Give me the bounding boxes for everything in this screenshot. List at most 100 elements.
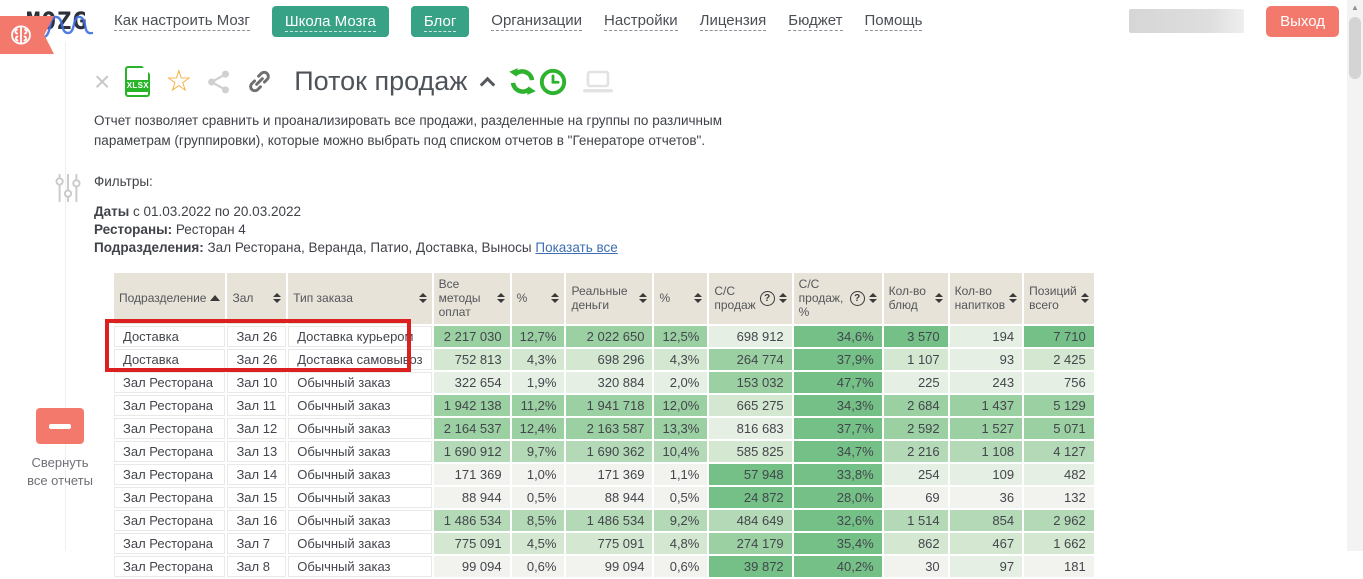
filter-restaurants-label: Рестораны: xyxy=(94,222,172,237)
sort-icon[interactable] xyxy=(694,293,702,303)
cell-text: Обычный заказ xyxy=(288,418,431,439)
filters-sliders-icon xyxy=(54,172,82,204)
column-header-3[interactable]: Все методы оплат xyxy=(434,273,510,324)
help-icon[interactable]: ? xyxy=(760,291,775,306)
vertical-scrollbar[interactable]: ▲ xyxy=(1347,0,1363,551)
show-all-link[interactable]: Показать все xyxy=(535,240,617,255)
table-row[interactable]: Зал РесторанаЗал 15Обычный заказ88 9440,… xyxy=(114,487,1094,508)
sort-icon[interactable] xyxy=(273,293,281,303)
cell-value: 2 217 030 xyxy=(434,326,510,347)
cell-value: 4,3% xyxy=(512,349,565,370)
nav-item-5[interactable]: Лицензия xyxy=(700,12,767,31)
table-row[interactable]: Зал РесторанаЗал 10Обычный заказ322 6541… xyxy=(114,372,1094,393)
cell-value: 585 825 xyxy=(709,441,791,462)
cell-text: Зал 11 xyxy=(227,395,286,416)
refresh-schedule-control[interactable] xyxy=(508,67,567,96)
collapse-all-button[interactable] xyxy=(36,408,84,444)
column-label: % xyxy=(517,291,548,305)
column-header-4[interactable]: % xyxy=(512,273,565,324)
scrollbar-up-arrow-icon[interactable]: ▲ xyxy=(1347,0,1363,16)
cell-value: 11,2% xyxy=(512,395,565,416)
column-label: Все методы оплат xyxy=(439,277,493,320)
cell-value: 854 xyxy=(950,510,1022,531)
cell-text: Зал 8 xyxy=(227,556,286,577)
link-icon[interactable] xyxy=(246,68,273,95)
table-row[interactable]: Зал РесторанаЗал 16Обычный заказ1 486 53… xyxy=(114,510,1094,531)
cell-value: 264 774 xyxy=(709,349,791,370)
sort-icon[interactable] xyxy=(551,293,559,303)
column-label: Зал xyxy=(232,291,269,305)
sort-asc-icon[interactable] xyxy=(210,295,220,301)
cell-value: 1,0% xyxy=(512,464,565,485)
sort-icon[interactable] xyxy=(497,293,505,303)
filter-departments: Подразделения: Зал Ресторана, Веранда, П… xyxy=(94,239,1340,257)
nav-item-1[interactable]: Школа Мозга xyxy=(272,6,389,37)
cell-value: 109 xyxy=(950,464,1022,485)
nav-item-6[interactable]: Бюджет xyxy=(788,12,842,31)
cell-value: 1 107 xyxy=(884,349,948,370)
sort-icon[interactable] xyxy=(779,293,787,303)
cell-value: 34,3% xyxy=(794,395,882,416)
cell-value: 40,2% xyxy=(794,556,882,577)
column-header-6[interactable]: % xyxy=(654,273,707,324)
filters-section: Фильтры: Даты с 01.03.2022 по 20.03.2022… xyxy=(94,174,1340,256)
nav-item-4[interactable]: Настройки xyxy=(604,12,678,31)
export-xlsx-icon[interactable]: XLSX xyxy=(125,66,150,97)
column-header-9[interactable]: Кол-во блюд xyxy=(884,273,948,324)
table-row[interactable]: Зал РесторанаЗал 12Обычный заказ2 164 53… xyxy=(114,418,1094,439)
column-header-8[interactable]: С/С продаж, %? xyxy=(794,273,882,324)
close-icon[interactable]: × xyxy=(94,72,110,92)
nav-item-0[interactable]: Как настроить Мозг xyxy=(114,12,250,31)
table-row[interactable]: ДоставкаЗал 26Доставка самовывоз752 8134… xyxy=(114,349,1094,370)
cell-value: 9,7% xyxy=(512,441,565,462)
cell-value: 698 912 xyxy=(709,326,791,347)
scrollbar-thumb[interactable] xyxy=(1349,17,1361,79)
cell-value: 2 022 650 xyxy=(566,326,652,347)
collapse-report-chevron-icon[interactable] xyxy=(480,77,496,93)
cell-value: 4 127 xyxy=(1024,441,1094,462)
sort-icon[interactable] xyxy=(935,293,943,303)
share-icon[interactable] xyxy=(207,70,231,94)
cell-value: 93 xyxy=(950,349,1022,370)
table-row[interactable]: Зал РесторанаЗал 11Обычный заказ1 942 13… xyxy=(114,395,1094,416)
sort-icon[interactable] xyxy=(1009,293,1017,303)
column-header-5[interactable]: Реальные деньги xyxy=(566,273,652,324)
sort-icon[interactable] xyxy=(419,293,427,303)
nav-item-2[interactable]: Блог xyxy=(411,6,469,37)
sort-icon[interactable] xyxy=(869,293,877,303)
cell-value: 13,3% xyxy=(654,418,707,439)
logout-button[interactable]: Выход xyxy=(1266,6,1339,37)
table-row[interactable]: ДоставкаЗал 26Доставка курьером2 217 030… xyxy=(114,326,1094,347)
help-icon[interactable]: ? xyxy=(850,291,865,306)
cell-value: 32,6% xyxy=(794,510,882,531)
cell-text: Зал Ресторана xyxy=(114,441,225,462)
cell-value: 1 486 534 xyxy=(434,510,510,531)
favorite-star-icon[interactable]: ☆ xyxy=(165,70,192,94)
cell-text: Зал 12 xyxy=(227,418,286,439)
column-header-2[interactable]: Тип заказа xyxy=(288,273,431,324)
nav-item-3[interactable]: Организации xyxy=(491,12,582,31)
column-header-11[interactable]: Позиций всего xyxy=(1024,273,1094,324)
column-header-0[interactable]: Подразделение xyxy=(114,273,225,324)
report-title-row: × XLSX ☆ Поток продаж xyxy=(80,42,1340,97)
cell-value: 320 884 xyxy=(566,372,652,393)
monitor-icon[interactable] xyxy=(582,70,614,94)
column-header-1[interactable]: Зал xyxy=(227,273,286,324)
column-label: Кол-во напитков xyxy=(955,284,1005,313)
nav-item-7[interactable]: Помощь xyxy=(865,12,923,31)
sort-icon[interactable] xyxy=(1081,293,1089,303)
cell-text: Обычный заказ xyxy=(288,464,431,485)
cell-value: 756 xyxy=(1024,372,1094,393)
cell-text: Зал 13 xyxy=(227,441,286,462)
column-header-10[interactable]: Кол-во напитков xyxy=(950,273,1022,324)
table-head: Подразделение Зал Тип заказаВсе методы опл… xyxy=(114,273,1094,324)
column-header-7[interactable]: С/С продаж? xyxy=(709,273,791,324)
cell-text: Зал 15 xyxy=(227,487,286,508)
cell-text: Обычный заказ xyxy=(288,556,431,577)
cell-value: 39 872 xyxy=(709,556,791,577)
table-row[interactable]: Зал РесторанаЗал 14Обычный заказ171 3691… xyxy=(114,464,1094,485)
table-row[interactable]: Зал РесторанаЗал 8Обычный заказ99 0940,6… xyxy=(114,556,1094,577)
table-row[interactable]: Зал РесторанаЗал 13Обычный заказ1 690 91… xyxy=(114,441,1094,462)
table-body: ДоставкаЗал 26Доставка курьером2 217 030… xyxy=(114,326,1094,577)
sort-icon[interactable] xyxy=(639,293,647,303)
